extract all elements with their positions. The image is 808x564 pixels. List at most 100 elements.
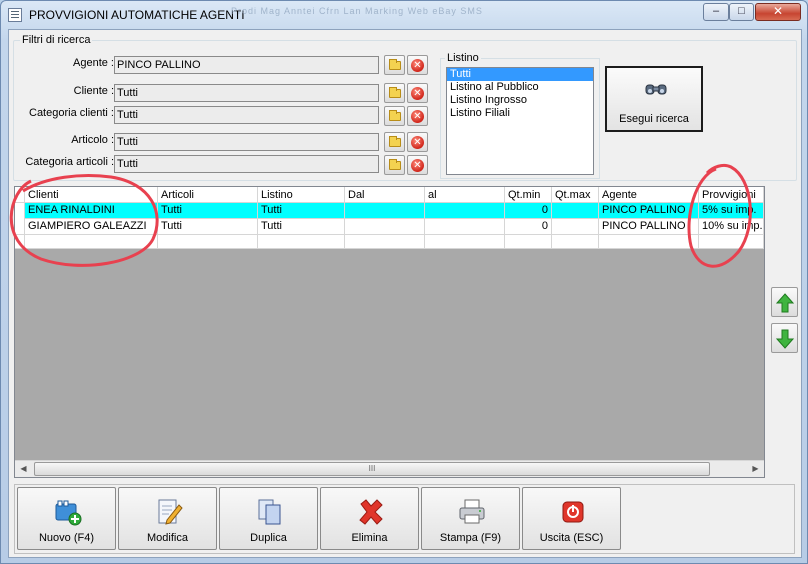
- column-header[interactable]: al: [425, 187, 505, 203]
- column-header[interactable]: Dal: [345, 187, 425, 203]
- cell-from[interactable]: [345, 235, 425, 249]
- listino-item[interactable]: Listino al Pubblico: [447, 81, 593, 94]
- cell-agent[interactable]: PINCO PALLINO: [599, 203, 699, 219]
- column-header[interactable]: Listino: [258, 187, 345, 203]
- cell-client[interactable]: ENEA RINALDINI: [25, 203, 158, 219]
- cell-commission[interactable]: [699, 235, 764, 249]
- cell-qt-max[interactable]: [552, 203, 599, 219]
- table-row[interactable]: ENEA RINALDINI Tutti Tutti 0 PINCO PALLI…: [15, 203, 764, 219]
- row-indicator: [15, 235, 25, 249]
- client-clear-button[interactable]: ✕: [407, 83, 428, 103]
- delete-button[interactable]: Elimina: [320, 487, 419, 550]
- column-header[interactable]: Provvigioni: [699, 187, 764, 203]
- scroll-left-icon[interactable]: ◀: [15, 461, 32, 477]
- move-down-button[interactable]: [771, 323, 798, 353]
- cell-to[interactable]: [425, 219, 505, 235]
- column-header[interactable]: Articoli: [158, 187, 258, 203]
- column-header[interactable]: Qt.min: [505, 187, 552, 203]
- cell-qt-min[interactable]: 0: [505, 219, 552, 235]
- column-header[interactable]: Agente: [599, 187, 699, 203]
- client-category-clear-button[interactable]: ✕: [407, 106, 428, 126]
- client-area: Filtri di ricerca Agente : PINCO PALLINO…: [8, 29, 802, 558]
- move-up-button[interactable]: [771, 287, 798, 317]
- print-button[interactable]: Stampa (F9): [421, 487, 520, 550]
- listino-caption: Listino: [445, 52, 481, 64]
- listino-item[interactable]: Tutti: [447, 68, 593, 81]
- horizontal-scrollbar[interactable]: ◀ III ▶: [15, 460, 764, 477]
- cell-qt-min[interactable]: [505, 235, 552, 249]
- cell-article[interactable]: [158, 235, 258, 249]
- client-label: Cliente :: [73, 85, 114, 97]
- exit-icon: [562, 501, 584, 523]
- grid-header: Clienti Articoli Listino Dal al Qt.min Q…: [15, 187, 764, 203]
- search-button[interactable]: Esegui ricerca: [605, 66, 703, 132]
- duplicate-button[interactable]: Duplica: [219, 487, 318, 550]
- article-browse-button[interactable]: [384, 132, 405, 152]
- title-bar[interactable]: PROVVIGIONI AUTOMATICHE AGENTI Prodi Mag…: [1, 1, 807, 29]
- filter-row-client-category: Categoria clienti :: [14, 104, 114, 124]
- maximize-button[interactable]: □: [729, 3, 754, 21]
- row-indicator: [15, 203, 25, 219]
- folder-icon: [389, 136, 401, 147]
- move-up-icon: [776, 293, 794, 313]
- delete-button-label: Elimina: [351, 532, 388, 544]
- cell-to[interactable]: [425, 203, 505, 219]
- close-button[interactable]: ✕: [755, 3, 801, 21]
- minimize-button[interactable]: –: [703, 3, 729, 21]
- delete-icon: [359, 499, 383, 525]
- client-category-field[interactable]: Tutti: [114, 106, 379, 124]
- cell-from[interactable]: [345, 203, 425, 219]
- window-title: PROVVIGIONI AUTOMATICHE AGENTI: [29, 8, 245, 22]
- cell-qt-max[interactable]: [552, 219, 599, 235]
- cell-qt-max[interactable]: [552, 235, 599, 249]
- cell-agent[interactable]: [599, 235, 699, 249]
- cell-commission[interactable]: 5% su imp.: [699, 203, 764, 219]
- cell-commission[interactable]: 10% su imp.: [699, 219, 764, 235]
- agent-field[interactable]: PINCO PALLINO: [114, 56, 379, 74]
- client-field[interactable]: Tutti: [114, 84, 379, 102]
- article-label: Articolo :: [71, 134, 114, 146]
- cell-listino[interactable]: [258, 235, 345, 249]
- scroll-right-icon[interactable]: ▶: [747, 461, 764, 477]
- column-header[interactable]: Qt.max: [552, 187, 599, 203]
- commissions-grid[interactable]: Clienti Articoli Listino Dal al Qt.min Q…: [14, 186, 765, 478]
- cell-article[interactable]: Tutti: [158, 203, 258, 219]
- client-category-browse-button[interactable]: [384, 106, 405, 126]
- column-header[interactable]: Clienti: [25, 187, 158, 203]
- scrollbar-thumb[interactable]: III: [34, 462, 710, 476]
- printer-icon: [459, 499, 485, 524]
- client-browse-button[interactable]: [384, 83, 405, 103]
- cell-agent[interactable]: PINCO PALLINO: [599, 219, 699, 235]
- listino-group: Listino Tutti Listino al Pubblico Listin…: [440, 52, 600, 179]
- exit-button[interactable]: Uscita (ESC): [522, 487, 621, 550]
- listino-item[interactable]: Listino Ingrosso: [447, 94, 593, 107]
- cell-article[interactable]: Tutti: [158, 219, 258, 235]
- cell-client[interactable]: [25, 235, 158, 249]
- filter-row-agent: Agente :: [14, 54, 114, 74]
- cell-from[interactable]: [345, 219, 425, 235]
- cell-client[interactable]: GIAMPIERO GALEAZZI: [25, 219, 158, 235]
- duplicate-icon: [258, 499, 281, 525]
- clear-icon: ✕: [411, 87, 424, 100]
- filter-row-article-category: Categoria articoli :: [14, 153, 114, 173]
- new-button[interactable]: Nuovo (F4): [17, 487, 116, 550]
- article-field[interactable]: Tutti: [114, 133, 379, 151]
- cell-qt-min[interactable]: 0: [505, 203, 552, 219]
- cell-listino[interactable]: Tutti: [258, 219, 345, 235]
- edit-button[interactable]: Modifica: [118, 487, 217, 550]
- action-toolbar: Nuovo (F4) Modifica Duplica Elimina Stam…: [14, 484, 795, 554]
- agent-browse-button[interactable]: [384, 55, 405, 75]
- article-category-clear-button[interactable]: ✕: [407, 155, 428, 175]
- cell-listino[interactable]: Tutti: [258, 203, 345, 219]
- folder-icon: [389, 87, 401, 98]
- cell-to[interactable]: [425, 235, 505, 249]
- listino-listbox[interactable]: Tutti Listino al Pubblico Listino Ingros…: [446, 67, 594, 175]
- article-clear-button[interactable]: ✕: [407, 132, 428, 152]
- table-row[interactable]: [15, 235, 764, 249]
- article-category-browse-button[interactable]: [384, 155, 405, 175]
- duplicate-button-label: Duplica: [250, 532, 287, 544]
- article-category-field[interactable]: Tutti: [114, 155, 379, 173]
- agent-clear-button[interactable]: ✕: [407, 55, 428, 75]
- listino-item[interactable]: Listino Filiali: [447, 107, 593, 120]
- table-row[interactable]: GIAMPIERO GALEAZZI Tutti Tutti 0 PINCO P…: [15, 219, 764, 235]
